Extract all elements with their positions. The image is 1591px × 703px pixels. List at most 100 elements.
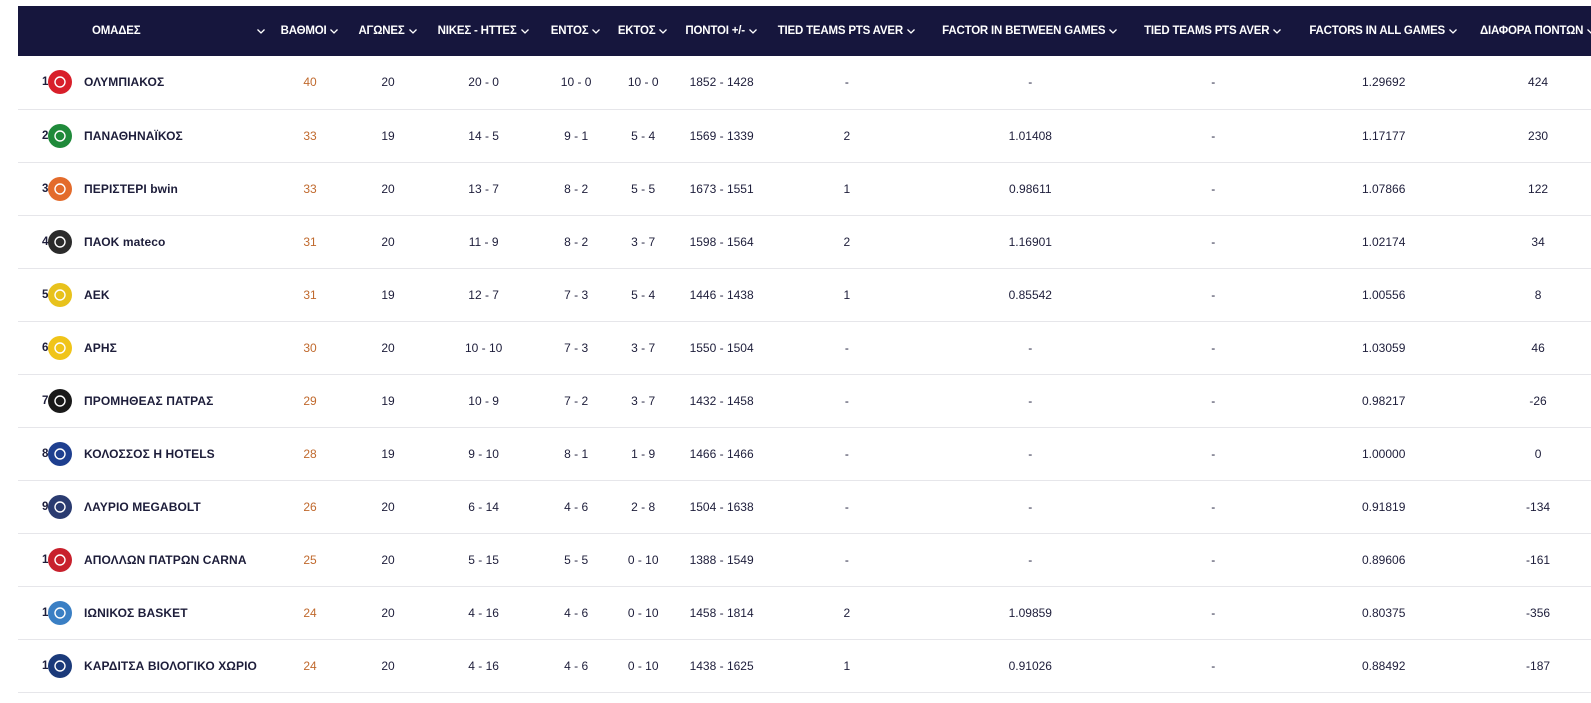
- table-row[interactable]: 10 ΑΠΟΛΛΩΝ ΠΑΤΡΩΝ CARNA 25 20 5 - 15 5 - 5 0 -…: [18, 533, 1591, 586]
- team-name[interactable]: ΠΕΡΙΣΤΕΡΙ bwin: [84, 182, 178, 196]
- home-cell: 4 - 6: [564, 658, 589, 673]
- header-home[interactable]: ΕΝΤΟΣ: [541, 6, 611, 56]
- header-team[interactable]: ΟΜΑΔΕΣ: [18, 6, 270, 56]
- team-name[interactable]: ΛΑΥΡΙΟ MEGABOLT: [84, 500, 201, 514]
- team-position: 10: [18, 554, 55, 566]
- away-cell: 5 - 5: [631, 181, 656, 196]
- header-factors-all-label: FACTORS IN ALL GAMES: [1309, 25, 1446, 37]
- chevron-down-icon: [907, 29, 915, 34]
- header-factors-all-games[interactable]: FACTORS IN ALL GAMES: [1292, 6, 1476, 56]
- tied-teams-pts-aver-1-cell: -: [844, 340, 849, 355]
- table-row[interactable]: 2 ΠΑΝΑΘΗΝΑΪΚΟΣ 33 19 14 - 5 9 - 1 5 - 4 1569 - …: [18, 109, 1591, 162]
- chevron-down-icon: [659, 29, 668, 34]
- team-name[interactable]: ΙΩΝΙΚΟΣ BASKET: [84, 606, 188, 620]
- table-row[interactable]: 12 ΚΑΡΔΙΤΣΑ ΒΙΟΛΟΓΙΚΟ ΧΩΡΙΟ 24 20 4 - 16 4 - …: [18, 639, 1591, 692]
- chevron-down-icon: [520, 29, 529, 34]
- table-row[interactable]: 3 ΠΕΡΙΣΤΕΡΙ bwin 33 20 13 - 7 8 - 2 5 - 5 1673 …: [18, 162, 1591, 215]
- home-cell: 10 - 0: [560, 75, 592, 90]
- team-name[interactable]: ΠΡΟΜΗΘΕΑΣ ΠΑΤΡΑΣ: [84, 394, 213, 408]
- chevron-down-icon: [1449, 29, 1457, 34]
- points-difference-cell: 122: [1528, 181, 1549, 196]
- wins-losses-cell: 10 - 9: [468, 393, 499, 408]
- panathinaikos-logo-icon: [48, 123, 72, 148]
- header-tied-teams-pts-aver-2[interactable]: TIED TEAMS PTS AVER: [1134, 6, 1293, 56]
- points-for-against-cell: 1388 - 1549: [689, 552, 754, 567]
- team-cell: 9 ΛΑΥΡΙΟ MEGABOLT: [18, 480, 270, 533]
- team-cell-content: 4 ΠΑΟΚ mateco: [18, 229, 270, 254]
- aek-logo-icon: [48, 282, 72, 307]
- header-wins-losses[interactable]: ΝΙΚΕΣ - ΗΤΤΕΣ: [425, 6, 542, 56]
- team-name[interactable]: ΚΟΛΟΣΣΟΣ Η HOTELS: [84, 447, 215, 461]
- team-name[interactable]: ΑΡΗΣ: [84, 341, 117, 355]
- tied-teams-pts-aver-2-cell: -: [1211, 658, 1216, 673]
- table-row[interactable]: 8 ΚΟΛΟΣΣΟΣ Η HOTELS 28 19 9 - 10 8 - 1 1 - 9 14…: [18, 427, 1591, 480]
- away-cell: 0 - 10: [627, 658, 659, 673]
- header-tied-teams-pts-aver-1[interactable]: TIED TEAMS PTS AVER: [767, 6, 927, 56]
- header-away[interactable]: ΕΚΤΟΣ: [610, 6, 676, 56]
- table-row[interactable]: 9 ΛΑΥΡΙΟ MEGABOLT 26 20 6 - 14 4 - 6 2 - 8 1504…: [18, 480, 1591, 533]
- table-row[interactable]: 6 ΑΡΗΣ 30 20 10 - 10 7 - 3 3 - 7 1550 - 1504 - - -…: [18, 321, 1591, 374]
- games-cell: 20: [381, 605, 395, 620]
- tied-teams-pts-aver-2-cell: -: [1211, 234, 1216, 249]
- table-row[interactable]: 4 ΠΑΟΚ mateco 31 20 11 - 9 8 - 2 3 - 7 1598 - 1…: [18, 215, 1591, 268]
- wins-losses-cell: 4 - 16: [468, 658, 499, 673]
- team-name[interactable]: ΠΑΟΚ mateco: [84, 235, 165, 249]
- team-cell-content: 12 ΚΑΡΔΙΤΣΑ ΒΙΟΛΟΓΙΚΟ ΧΩΡΙΟ: [18, 653, 270, 678]
- table-row[interactable]: 7 ΠΡΟΜΗΘΕΑΣ ΠΑΤΡΑΣ 29 19 10 - 9 7 - 2 3 - 7 143…: [18, 374, 1591, 427]
- tied-teams-pts-aver-1-cell: -: [844, 499, 849, 514]
- tied-teams-pts-aver-1-cell: -: [844, 446, 849, 461]
- team-cell: 12 ΚΑΡΔΙΤΣΑ ΒΙΟΛΟΓΙΚΟ ΧΩΡΙΟ: [18, 639, 270, 692]
- header-points-for-against[interactable]: ΠΟΝΤΟΙ +/-: [675, 6, 768, 56]
- points-difference-cell: -356: [1526, 605, 1551, 620]
- team-name[interactable]: ΟΛΥΜΠΙΑΚΟΣ: [84, 75, 164, 89]
- points-for-against-cell: 1458 - 1814: [689, 605, 754, 620]
- points-cell: 30: [303, 340, 317, 355]
- team-name[interactable]: ΚΑΡΔΙΤΣΑ ΒΙΟΛΟΓΙΚΟ ΧΩΡΙΟ: [84, 659, 257, 673]
- chevron-down-icon: [330, 29, 339, 34]
- team-position: 3: [42, 182, 49, 195]
- away-cell: 0 - 10: [627, 552, 659, 567]
- table-row[interactable]: 1 ΟΛΥΜΠΙΑΚΟΣ 40 20 20 - 0 10 - 0 10 - 0 1852 - …: [18, 56, 1591, 109]
- points-for-against-cell: 1569 - 1339: [689, 128, 754, 143]
- team-cell-content: 5 ΑΕΚ: [18, 282, 270, 307]
- header-games[interactable]: ΑΓΩΝΕΣ: [350, 6, 426, 56]
- table-row[interactable]: 5 ΑΕΚ 31 19 12 - 7 7 - 3 5 - 4 1446 - 1438 1 0.85…: [18, 268, 1591, 321]
- team-name[interactable]: ΠΑΝΑΘΗΝΑΪΚΟΣ: [84, 129, 183, 143]
- header-points-difference[interactable]: ΔΙΑΦΟΡΑ ΠΟΝΤΩΝ: [1475, 6, 1591, 56]
- points-difference-cell: 8: [1534, 287, 1542, 302]
- points-difference-cell: -187: [1526, 658, 1551, 673]
- team-name[interactable]: ΑΠΟΛΛΩΝ ΠΑΤΡΩΝ CARNA: [84, 553, 247, 567]
- points-difference-cell: 230: [1528, 128, 1549, 143]
- table-row[interactable]: 11 ΙΩΝΙΚΟΣ BASKET 24 20 4 - 16 4 - 6 0 - 10 145…: [18, 586, 1591, 639]
- wins-losses-cell: 13 - 7: [468, 181, 499, 196]
- factor-between-games-cell: 0.85542: [1008, 287, 1052, 302]
- factor-between-games-cell: -: [1028, 552, 1033, 567]
- factor-between-games-cell: -: [1028, 75, 1033, 90]
- factor-between-games-cell: -: [1028, 340, 1033, 355]
- games-cell: 20: [381, 181, 395, 196]
- lavrio-logo-icon: [48, 494, 72, 519]
- header-points-difference-label: ΔΙΑΦΟΡΑ ΠΟΝΤΩΝ: [1479, 25, 1584, 37]
- points-difference-cell: 46: [1531, 340, 1545, 355]
- header-points[interactable]: ΒΑΘΜΟΙ: [269, 6, 351, 56]
- away-cell: 0 - 10: [627, 605, 659, 620]
- team-position: 1: [42, 76, 49, 89]
- factors-all-games-cell: 0.89606: [1361, 552, 1406, 567]
- games-cell: 20: [381, 75, 395, 90]
- header-tied2-label: TIED TEAMS PTS AVER: [1144, 25, 1270, 37]
- home-cell: 8 - 2: [564, 234, 589, 249]
- factors-all-games-cell: 1.29692: [1361, 75, 1406, 90]
- tied-teams-pts-aver-2-cell: -: [1211, 499, 1216, 514]
- header-points-for-against-label: ΠΟΝΤΟΙ +/-: [685, 25, 745, 37]
- tied-teams-pts-aver-1-cell: -: [844, 393, 849, 408]
- factors-all-games-cell: 1.07866: [1361, 181, 1406, 196]
- factor-between-games-cell: -: [1028, 393, 1033, 408]
- team-cell-content: 7 ΠΡΟΜΗΘΕΑΣ ΠΑΤΡΑΣ: [18, 388, 270, 413]
- team-name[interactable]: ΑΕΚ: [84, 288, 110, 302]
- paok-logo-icon: [48, 229, 72, 254]
- tied-teams-pts-aver-1-cell: 1: [843, 287, 851, 302]
- header-factor-between-games[interactable]: FACTOR IN BETWEEN GAMES: [926, 6, 1135, 56]
- chevron-down-icon: [256, 29, 265, 34]
- points-cell: 24: [303, 605, 317, 620]
- team-cell-content: 11 ΙΩΝΙΚΟΣ BASKET: [18, 600, 270, 625]
